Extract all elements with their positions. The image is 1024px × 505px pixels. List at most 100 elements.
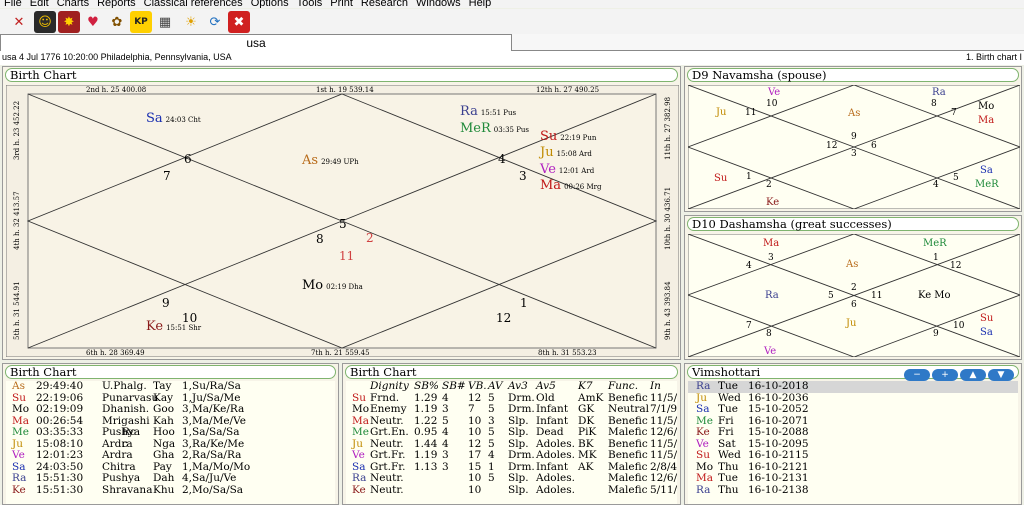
planet-name: Ju <box>538 145 554 160</box>
grid-icon[interactable]: ▦ <box>154 11 176 33</box>
chart-selector[interactable]: 1. Birth chart I <box>966 51 1022 64</box>
house-2-label: 2nd h. 25 400.08 <box>86 86 146 94</box>
ab-cell: Hoo <box>153 426 175 438</box>
value-cell: Adoles. <box>536 472 575 484</box>
table-row[interactable]: Ke Neutr. 10 Slp. Adoles. Malefic5/11/7 <box>346 483 677 497</box>
menu-file[interactable]: File <box>0 0 26 8</box>
table-row[interactable]: Ve 12:01:23 Ardra Gha 2,Ra/Sa/Ra <box>6 449 335 462</box>
d10-dashamsha-panel: D10 Dashamsha (great successes) 3 4 1 12… <box>684 215 1022 360</box>
planet-degree: 00:26 Mrg <box>564 183 602 191</box>
star-burst-icon[interactable]: ✸ <box>58 11 80 33</box>
sign-number: 7 <box>746 321 752 331</box>
expand-button[interactable]: + <box>932 369 958 381</box>
planet-label[interactable]: Sa <box>980 327 993 338</box>
dasha-row[interactable]: Me Fri 16-10-2071 <box>688 415 1018 428</box>
table-row[interactable]: Ke 15:51:30 Shravana Khu 2,Mo/Sa/Sa <box>6 484 335 497</box>
planet-label[interactable]: As <box>845 259 858 270</box>
wheel-icon[interactable]: ✿ <box>106 11 128 33</box>
dasha-row[interactable]: Ma Tue 16-10-2131 <box>688 472 1018 485</box>
sign-number: 5 <box>339 217 347 231</box>
value-cell: Drm. <box>508 403 535 415</box>
dasha-row[interactable]: Sa Tue 15-10-2052 <box>688 403 1018 416</box>
value-cell: MK <box>578 449 597 461</box>
planet-label[interactable]: Ve <box>763 346 776 357</box>
nak-cell: U.Phalg. <box>102 381 147 392</box>
table-row[interactable]: Me 03:35:33 Rc Pushya Hoo 1,Sa/Sa/Sa <box>6 426 335 439</box>
sign-number: 11 <box>745 108 756 118</box>
planet-cell: Me <box>352 426 369 438</box>
planet-label[interactable]: Sa <box>980 165 993 176</box>
positions-panel: Birth Chart As 29:49:40 U.Phalg. Tay 1,Su/Ra… <box>2 363 339 505</box>
menu-windows[interactable]: Windows <box>412 0 465 8</box>
planet-label[interactable]: Ju <box>715 107 727 118</box>
menu-reports[interactable]: Reports <box>93 0 140 8</box>
menu-charts[interactable]: Charts <box>53 0 93 8</box>
birth-chart-diagram[interactable]: 2nd h. 25 400.08 1st h. 19 539.14 12th h… <box>6 85 679 357</box>
status-bar: usa 4 Jul 1776 10:20:00 Philadelphia, Pe… <box>0 51 1024 65</box>
planet-label[interactable]: Ra <box>765 290 779 301</box>
planet-cell: Ra <box>696 381 711 392</box>
planet-label[interactable]: MeR <box>923 238 947 249</box>
menu-classical-references[interactable]: Classical references <box>140 0 247 8</box>
d10-chart-diagram[interactable]: 3 4 1 12 5 2 11 6 7 8 9 10 Ma MeR As Ra Ke M… <box>688 234 1020 357</box>
menu-research[interactable]: Research <box>357 0 412 8</box>
birth-chart-svg: 2nd h. 25 400.08 1st h. 19 539.14 12th h… <box>6 85 679 357</box>
refresh-icon[interactable]: ⟳ <box>204 11 226 33</box>
planet-name: Ve <box>539 162 556 177</box>
dasha-row[interactable]: Ke Fri 15-10-2088 <box>688 426 1018 439</box>
menu-tools[interactable]: Tools <box>293 0 327 8</box>
dignity-panel: Birth Chart Dignity SB% SB# VB. AV Av3 Av5 K7 Fu… <box>342 363 681 505</box>
close-icon[interactable]: ✖ <box>228 11 250 33</box>
planet-label[interactable]: Ju <box>845 318 857 329</box>
heart-icon[interactable]: ♥ <box>82 11 104 33</box>
table-row[interactable]: RaNeutr. 10 5 Slp. Adoles. Malefic12/6/2 <box>346 472 677 485</box>
planet-label[interactable]: Su <box>714 173 728 184</box>
planet-label[interactable]: Ma <box>978 115 994 126</box>
planet-label[interactable]: Ke <box>766 197 779 208</box>
ab-cell: Goo <box>153 403 175 415</box>
collapse-button[interactable]: − <box>904 369 930 381</box>
planet-cell: Sa <box>696 403 710 415</box>
value-cell: 1.13 <box>414 460 438 473</box>
deg-cell: 02:19:09 <box>36 403 84 415</box>
dasha-row[interactable]: Su Wed 16-10-2115 <box>688 449 1018 462</box>
planet-label[interactable]: Mo <box>978 101 994 112</box>
kp-icon[interactable]: KP <box>130 11 152 33</box>
column-header: SB# <box>442 381 466 392</box>
d9-title: D9 Navamsha (spouse) <box>687 68 1019 82</box>
sun-icon[interactable]: ☀ <box>180 11 202 33</box>
planet-label[interactable]: Ve <box>767 87 780 98</box>
planet-cell: As <box>12 381 25 392</box>
tools-icon[interactable]: ✕ <box>8 11 30 33</box>
person-icon[interactable]: ☺ <box>34 11 56 33</box>
menu-print[interactable]: Print <box>326 0 357 8</box>
scroll-down-button[interactable]: ▼ <box>988 369 1014 381</box>
planet-label[interactable]: As <box>847 108 860 119</box>
menu-help[interactable]: Help <box>465 0 496 8</box>
table-row[interactable]: Mo 02:19:09 Dhanish. Goo 3,Ma/Ke/Ra <box>6 403 335 416</box>
table-row[interactable]: Mo Enemy 1.19 3 7 5 Drm. Infant GK Neutral 7/1/9 <box>346 403 677 416</box>
planet-label[interactable]: Ma <box>763 238 779 249</box>
scroll-up-button[interactable]: ▲ <box>960 369 986 381</box>
d9-chart-diagram[interactable]: 10 11 8 7 9 12 6 3 1 2 5 4 Ve Ju As Ra Mo Ma S… <box>688 85 1020 209</box>
planet-label[interactable]: Su <box>980 313 994 324</box>
table-row[interactable]: As 29:49:40 U.Phalg. Tay 1,Su/Ra/Sa <box>6 381 335 393</box>
dasha-row[interactable]: Ra Tue 16-10-2018 <box>688 381 1018 393</box>
nak-cell: Pushya <box>102 472 141 484</box>
table-row[interactable]: Ve Grt.Fr. 1.19 3 17 4 Drm. Adoles. MK Benefic 11/… <box>346 449 677 462</box>
positions-title: Birth Chart <box>5 365 336 379</box>
planet-label[interactable]: Ke Mo <box>918 290 951 301</box>
tab-usa[interactable]: usa <box>0 34 512 51</box>
table-row[interactable]: Me Grt.En. 0.95 4 10 5 Slp. Dead PiK Malefic 12/6/… <box>346 426 677 439</box>
value-cell: Slp. <box>508 426 529 438</box>
menu-options[interactable]: Options <box>247 0 293 8</box>
table-row[interactable]: Ra 15:51:30 Pushya Dah 4,Sa/Ju/Ve <box>6 472 335 485</box>
dasha-row[interactable]: Ra Thu 16-10-2138 <box>688 484 1018 497</box>
sign-number: 5 <box>828 291 834 301</box>
value-cell: Malefic <box>608 483 648 496</box>
value-cell: 1.19 <box>414 403 438 415</box>
pada-cell: 1,Su/Ra/Sa <box>182 381 241 392</box>
planet-label[interactable]: Ra <box>932 87 946 98</box>
planet-label[interactable]: MeR <box>975 179 999 190</box>
menu-edit[interactable]: Edit <box>26 0 53 8</box>
